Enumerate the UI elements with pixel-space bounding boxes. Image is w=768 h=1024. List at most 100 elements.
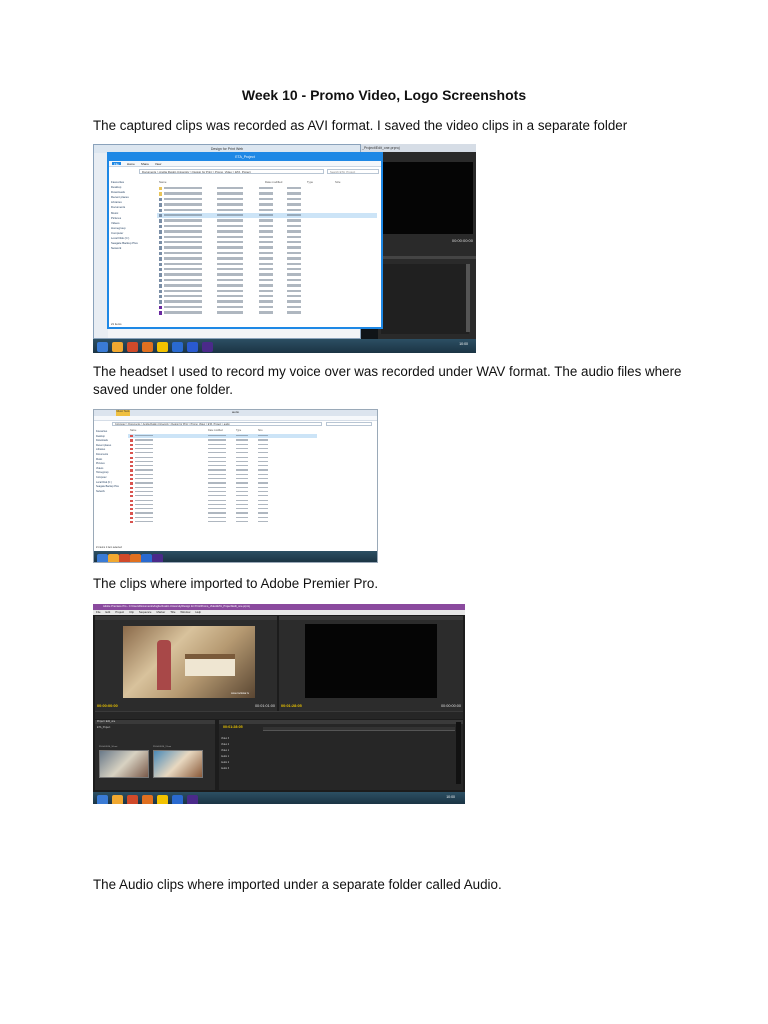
file-icon [130, 469, 133, 472]
taskbar-app-icon[interactable] [97, 795, 108, 804]
file-row[interactable] [157, 310, 377, 315]
taskbar-app-icon[interactable] [142, 795, 153, 804]
file-icon [130, 508, 133, 511]
file-icon [159, 284, 162, 288]
file-cell [217, 187, 243, 190]
taskbar-app-icon[interactable] [152, 554, 163, 562]
menu-item[interactable]: Window [180, 610, 190, 615]
file-cell [164, 219, 202, 222]
taskbar-app-icon[interactable] [97, 554, 108, 562]
file-cell [164, 230, 202, 233]
taskbar-app-icon[interactable] [97, 342, 108, 352]
file-cell [287, 300, 301, 303]
menu-item[interactable]: Project [115, 610, 124, 615]
address-bar[interactable]: Documents > Anglia Ruskin University > D… [139, 169, 324, 174]
file-cell [164, 262, 202, 265]
menu-file[interactable]: File [112, 162, 121, 166]
menu-home[interactable]: Home [127, 162, 135, 166]
menu-item[interactable]: Sequence [139, 610, 152, 615]
file-cell [217, 257, 243, 260]
file-icon [159, 203, 162, 207]
file-cell [258, 521, 268, 523]
taskbar-app-icon[interactable] [127, 795, 138, 804]
file-cell [287, 295, 301, 298]
search-input[interactable]: Search ETA_Project [327, 169, 379, 174]
column-headers: Name Date modified Type Size [159, 180, 341, 184]
file-cell [164, 278, 202, 282]
taskbar-app-icon[interactable] [108, 554, 119, 562]
taskbar-app-icon[interactable] [112, 342, 123, 352]
taskbar-app-icon[interactable] [130, 554, 141, 562]
file-cell [208, 460, 226, 463]
file-cell [217, 311, 243, 314]
taskbar-app-icon[interactable] [172, 342, 183, 352]
transport-controls[interactable] [95, 711, 463, 719]
menu-item[interactable]: File [96, 610, 101, 615]
premiere-title-bar: _Project\Edit_one.prproj [358, 144, 476, 152]
taskbar-app-icon[interactable] [141, 554, 152, 562]
clock: 10:00 [446, 795, 455, 799]
taskbar-app-icon[interactable] [202, 342, 213, 352]
file-icon [130, 516, 133, 519]
file-cell [258, 478, 268, 480]
file-icon [159, 208, 162, 212]
file-cell [287, 251, 301, 255]
file-cell [236, 469, 248, 471]
menu-item[interactable]: Title [170, 610, 175, 615]
taskbar-app-icon[interactable] [119, 554, 130, 562]
taskbar-app-icon[interactable] [127, 342, 138, 352]
file-icon [159, 224, 162, 229]
file-cell [135, 482, 153, 484]
address-bar[interactable]: Computer > Documents > Anglia Ruskin Uni… [112, 422, 322, 426]
file-cell [217, 235, 243, 238]
taskbar-app-icon[interactable] [187, 342, 198, 352]
file-icon [130, 473, 133, 476]
file-cell [135, 447, 153, 450]
taskbar-app-icon[interactable] [172, 795, 183, 804]
file-icon [159, 197, 162, 202]
taskbar-app-icon[interactable] [142, 342, 153, 352]
project-panel: Project: Edit_one ETA_Project 29-04-2014… [95, 720, 215, 790]
source-monitor: www.rockstar.tv 00:00:00:00 00:01:01:00 [95, 616, 277, 711]
file-row[interactable] [128, 520, 317, 524]
file-cell [236, 443, 248, 445]
file-cell [259, 235, 273, 238]
file-cell [217, 208, 243, 211]
file-cell [236, 508, 248, 510]
clip-thumbnail-2[interactable] [153, 750, 203, 778]
menu-item[interactable]: Clip [129, 610, 134, 615]
menu-item[interactable]: Marker [157, 610, 166, 615]
menu-item[interactable]: Help [195, 610, 201, 615]
file-cell [164, 192, 202, 195]
taskbar-app-icon[interactable] [112, 795, 123, 804]
file-cell [287, 246, 301, 249]
menu-share[interactable]: Share [141, 162, 149, 166]
taskbar-app-icon[interactable] [187, 795, 198, 804]
navigation-pane: Favourites Desktop Downloads Recent places L… [96, 430, 126, 530]
mid-timecode: 00:01:01:00 [254, 704, 275, 708]
project-tab[interactable]: Project: Edit_one [95, 720, 215, 724]
file-icon [130, 482, 133, 485]
file-cell [258, 482, 268, 484]
menu-item[interactable]: Edit [106, 610, 111, 615]
menu-view[interactable]: View [155, 162, 161, 166]
nav-item[interactable]: Network [111, 246, 151, 251]
file-cell [258, 503, 268, 506]
taskbar-app-icon[interactable] [157, 795, 168, 804]
taskbar-app-icon[interactable] [157, 342, 168, 352]
clip-thumbnail-1[interactable] [99, 750, 149, 778]
file-cell [217, 273, 243, 276]
file-cell [287, 278, 301, 282]
file-icon [130, 512, 133, 515]
file-cell [259, 187, 273, 190]
nav-item[interactable]: Network [96, 490, 126, 495]
menu-bar: File Edit Project Clip Sequence Marker Title Wi… [93, 610, 465, 615]
timeline-ruler[interactable] [263, 727, 455, 731]
file-cell [217, 230, 243, 233]
file-icon [130, 503, 133, 507]
file-icon [130, 447, 133, 451]
file-icon [130, 495, 133, 498]
file-cell [135, 508, 153, 510]
file-icon [159, 305, 162, 310]
track-header[interactable]: Audio 3 [221, 766, 261, 772]
